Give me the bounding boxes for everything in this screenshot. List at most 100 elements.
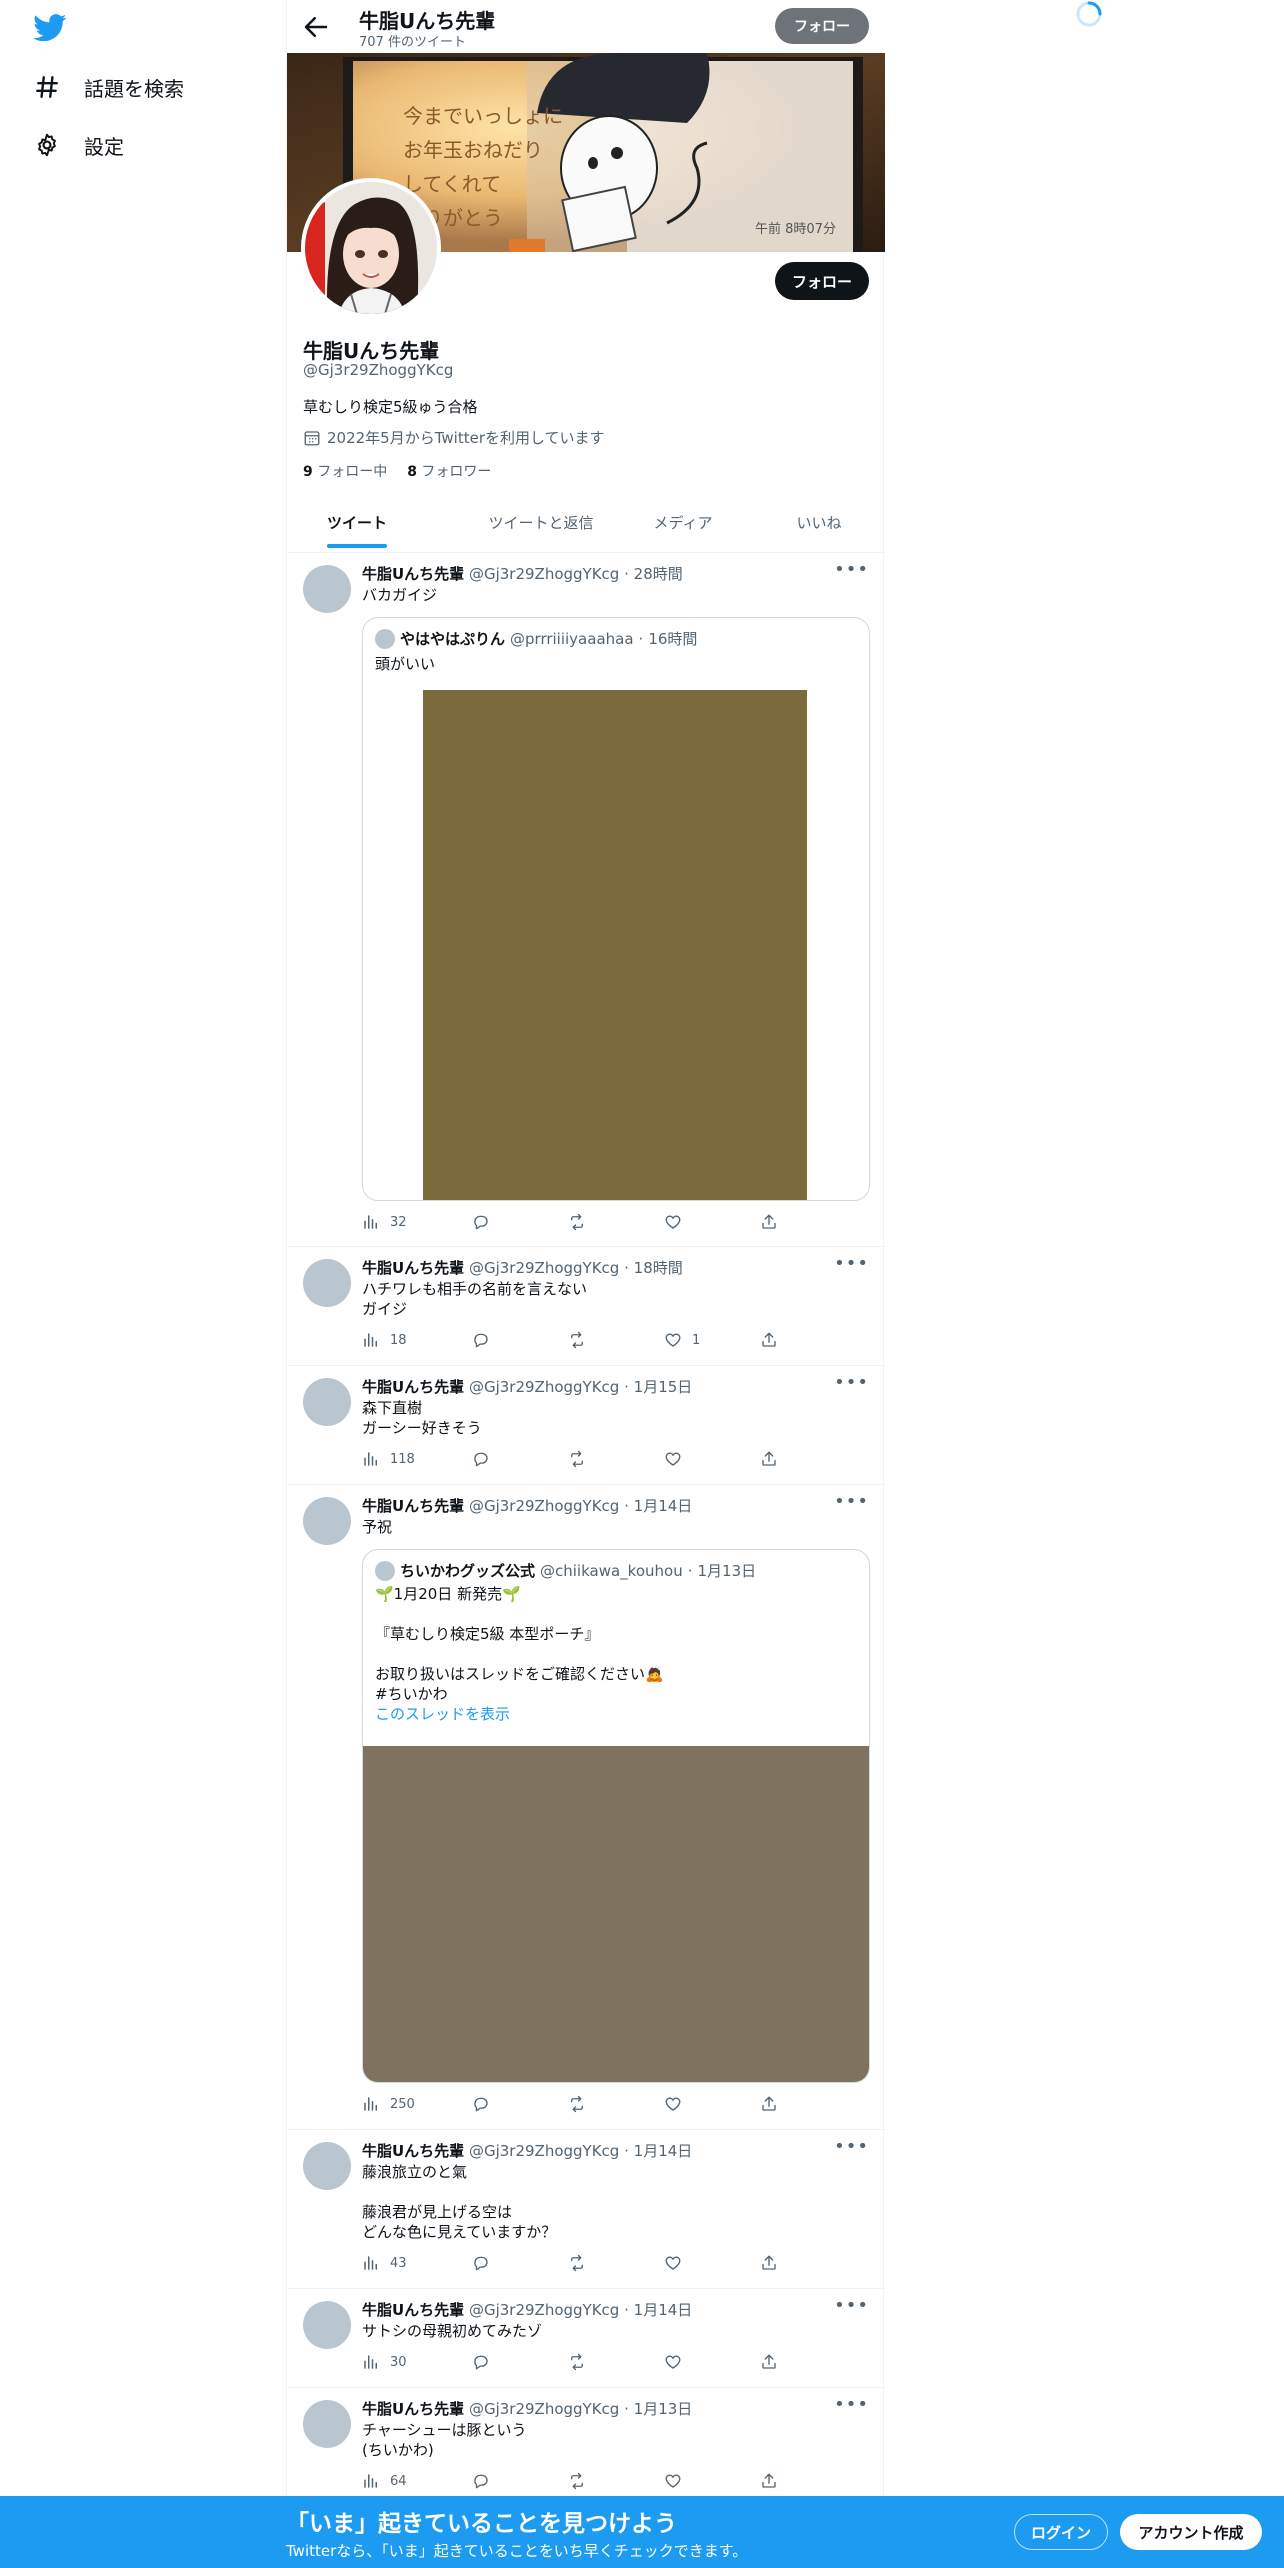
reply-button[interactable] (472, 1213, 490, 1231)
more-options-icon[interactable]: ••• (834, 2394, 869, 2415)
loading-spinner-icon (1076, 1, 1102, 27)
share-button[interactable] (760, 2095, 778, 2113)
views-button[interactable]: 43 (362, 2254, 407, 2272)
show-thread-link[interactable]: このスレッドを表示 (375, 1704, 510, 1724)
reply-button[interactable] (472, 2095, 490, 2113)
share-button[interactable] (760, 2254, 778, 2272)
quoted-tweet[interactable]: やはやはぷりん @prrriiiiyaaahaa · 16時間 頭がいい (362, 617, 870, 1201)
like-button[interactable] (664, 2353, 692, 2371)
tab-tweets-replies[interactable]: ツイートと返信 (465, 500, 617, 553)
tweet-header: 牛脂Uんち先輩 @Gj3r29ZhoggYKcg · 1月14日 (362, 2142, 693, 2160)
views-icon (364, 2256, 377, 2270)
tweet-actions: 18 1 (362, 1331, 792, 1351)
reply-button[interactable] (472, 2353, 490, 2371)
retweet-button[interactable] (568, 2254, 586, 2272)
quote-media-image[interactable] (363, 1746, 869, 2082)
tab-tweets[interactable]: ツイート (327, 500, 387, 553)
share-button[interactable] (760, 2472, 778, 2490)
reply-icon (474, 1452, 488, 1467)
follow-button[interactable]: フォロー (775, 262, 869, 300)
share-icon (762, 1332, 776, 1347)
share-button[interactable] (760, 1213, 778, 1231)
tweet-text: サトシの母親初めてみたゾ (362, 2322, 543, 2340)
tweet[interactable]: 牛脂Uんち先輩 @Gj3r29ZhoggYKcg · 1月14日 ••• 藤浪旅… (287, 2130, 885, 2289)
retweet-button[interactable] (568, 1450, 586, 1468)
views-button[interactable]: 118 (362, 1450, 415, 1468)
nav-settings[interactable]: 設定 (34, 125, 124, 165)
back-arrow-icon[interactable] (301, 12, 331, 42)
tab-media[interactable]: メディア (651, 500, 715, 553)
more-options-icon[interactable]: ••• (834, 1372, 869, 1393)
tweet-avatar[interactable] (303, 2400, 351, 2448)
signup-bottom-bar: 「いま」起きていることを見つけよう Twitterなら、「いま」起きていることを… (0, 2496, 1284, 2568)
tweet[interactable]: 牛脂Uんち先輩 @Gj3r29ZhoggYKcg · 1月13日 ••• チャー… (287, 2388, 885, 2508)
tweet-author-name: 牛脂Uんち先輩 (362, 1259, 465, 1277)
tweet[interactable]: 牛脂Uんち先輩 @Gj3r29ZhoggYKcg · 1月15日 ••• 森下直… (287, 1366, 885, 1485)
views-button[interactable]: 30 (362, 2353, 407, 2371)
tweet[interactable]: 牛脂Uんち先輩 @Gj3r29ZhoggYKcg · 18時間 ••• ハチワレ… (287, 1247, 885, 1366)
retweet-button[interactable] (568, 2095, 586, 2113)
bottom-bar-title: 「いま」起きていることを見つけよう (286, 2511, 677, 2537)
tweet[interactable]: 牛脂Uんち先輩 @Gj3r29ZhoggYKcg · 1月14日 ••• サトシ… (287, 2289, 885, 2388)
login-button[interactable]: ログイン (1014, 2514, 1108, 2550)
share-button[interactable] (760, 1331, 778, 1349)
more-options-icon[interactable]: ••• (834, 559, 869, 580)
views-button[interactable]: 250 (362, 2095, 415, 2113)
views-button[interactable]: 18 (362, 1331, 407, 1349)
like-button[interactable] (664, 2472, 692, 2490)
more-options-icon[interactable]: ••• (834, 2295, 869, 2316)
views-count: 64 (390, 2473, 407, 2489)
tweet-avatar[interactable] (303, 1378, 351, 1426)
followers-link[interactable]: 8 フォロワー (407, 461, 491, 481)
like-button[interactable] (664, 2254, 692, 2272)
calendar-icon (304, 430, 320, 445)
more-options-icon[interactable]: ••• (834, 1253, 869, 1274)
tweet-header: 牛脂Uんち先輩 @Gj3r29ZhoggYKcg · 28時間 (362, 565, 683, 583)
tweet-avatar[interactable] (303, 1497, 351, 1545)
views-count: 250 (390, 2096, 415, 2112)
retweet-button[interactable] (568, 1213, 586, 1231)
like-button[interactable]: 1 (664, 1331, 700, 1349)
reply-button[interactable] (472, 2254, 490, 2272)
reply-button[interactable] (472, 1331, 490, 1349)
retweet-button[interactable] (568, 2353, 586, 2371)
tweet[interactable]: 牛脂Uんち先輩 @Gj3r29ZhoggYKcg · 1月14日 ••• 予祝 … (287, 1485, 885, 2130)
retweet-icon (571, 2254, 583, 2272)
signup-button[interactable]: アカウント作成 (1120, 2514, 1262, 2550)
reply-button[interactable] (472, 2472, 490, 2490)
tweet-text: バカガイジ (362, 586, 438, 604)
like-button[interactable] (664, 2095, 692, 2113)
retweet-button[interactable] (568, 2472, 586, 2490)
like-button[interactable] (664, 1450, 692, 1468)
share-button[interactable] (760, 1450, 778, 1468)
nav-explore[interactable]: 話題を検索 (34, 67, 184, 107)
header-follow-button[interactable]: フォロー (775, 8, 869, 44)
tweet-avatar[interactable] (303, 1259, 351, 1307)
tweet-avatar[interactable] (303, 565, 351, 613)
tweet-time: 1月14日 (633, 2142, 693, 2160)
share-icon (762, 1214, 776, 1229)
tweet-author-handle: @Gj3r29ZhoggYKcg (468, 2400, 620, 2418)
views-button[interactable]: 64 (362, 2472, 407, 2490)
quoted-tweet[interactable]: ちいかわグッズ公式 @chiikawa_kouhou · 1月13日 🌱1月20… (362, 1549, 870, 2083)
tweet-avatar[interactable] (303, 2301, 351, 2349)
reply-button[interactable] (472, 1450, 490, 1468)
reply-icon (474, 2256, 488, 2271)
share-icon (762, 2255, 776, 2270)
tweet-avatar[interactable] (303, 2142, 351, 2190)
share-icon (762, 2096, 776, 2111)
retweet-button[interactable] (568, 1331, 586, 1349)
views-button[interactable]: 32 (362, 1213, 407, 1231)
twitter-bird-icon[interactable] (33, 14, 67, 42)
tweet[interactable]: 牛脂Uんち先輩 @Gj3r29ZhoggYKcg · 28時間 ••• バカガイ… (287, 553, 885, 1247)
tab-likes[interactable]: いいね (795, 500, 843, 553)
more-options-icon[interactable]: ••• (834, 2136, 869, 2157)
following-link[interactable]: 9 フォロー中 (303, 461, 387, 481)
profile-avatar[interactable] (301, 178, 441, 318)
share-button[interactable] (760, 2353, 778, 2371)
quote-media-image[interactable] (423, 690, 807, 1200)
like-button[interactable] (664, 1213, 692, 1231)
banner-sign-line-1: 今までいっしょに (403, 104, 563, 128)
nav-explore-label: 話題を検索 (84, 76, 184, 101)
more-options-icon[interactable]: ••• (834, 1491, 869, 1512)
